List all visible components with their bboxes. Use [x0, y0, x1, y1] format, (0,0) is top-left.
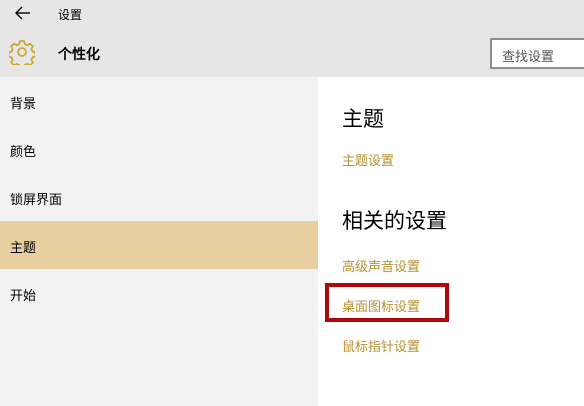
sidebar-item-background[interactable]: 背景 [0, 77, 318, 125]
search-input[interactable]: 查找设置 [490, 38, 584, 69]
advanced-sound-settings-link[interactable]: 高级声音设置 [342, 256, 420, 275]
sidebar-item-label: 锁屏界面 [10, 193, 63, 208]
sidebar-item-themes[interactable]: 主题 [0, 221, 318, 269]
highlight-annotation-box [325, 283, 449, 322]
search-placeholder: 查找设置 [502, 50, 555, 65]
sidebar-item-label: 开始 [10, 289, 37, 304]
main-content: 主题 主题设置 相关的设置 高级声音设置 桌面图标设置 鼠标指针设置 [318, 77, 584, 406]
back-arrow-icon [15, 6, 30, 20]
mouse-pointer-settings-link[interactable]: 鼠标指针设置 [342, 336, 420, 355]
page-title: 个性化 [58, 47, 100, 63]
back-button[interactable] [14, 5, 32, 21]
sidebar-item-lockscreen[interactable]: 锁屏界面 [0, 173, 318, 221]
title-bar: 设置 [0, 0, 584, 28]
page-header: 个性化 查找设置 [0, 28, 584, 77]
section-heading-related: 相关的设置 [342, 209, 447, 233]
section-heading-theme: 主题 [342, 107, 384, 131]
sidebar-item-start[interactable]: 开始 [0, 269, 318, 317]
window-title: 设置 [58, 8, 83, 22]
sidebar-item-label: 颜色 [10, 145, 37, 160]
sidebar-item-label: 背景 [10, 97, 37, 112]
sidebar-item-label: 主题 [10, 241, 37, 256]
sidebar-item-colors[interactable]: 颜色 [0, 125, 318, 173]
sidebar: 背景 颜色 锁屏界面 主题 开始 [0, 77, 318, 406]
gear-icon [9, 40, 35, 65]
theme-settings-link[interactable]: 主题设置 [342, 150, 394, 169]
